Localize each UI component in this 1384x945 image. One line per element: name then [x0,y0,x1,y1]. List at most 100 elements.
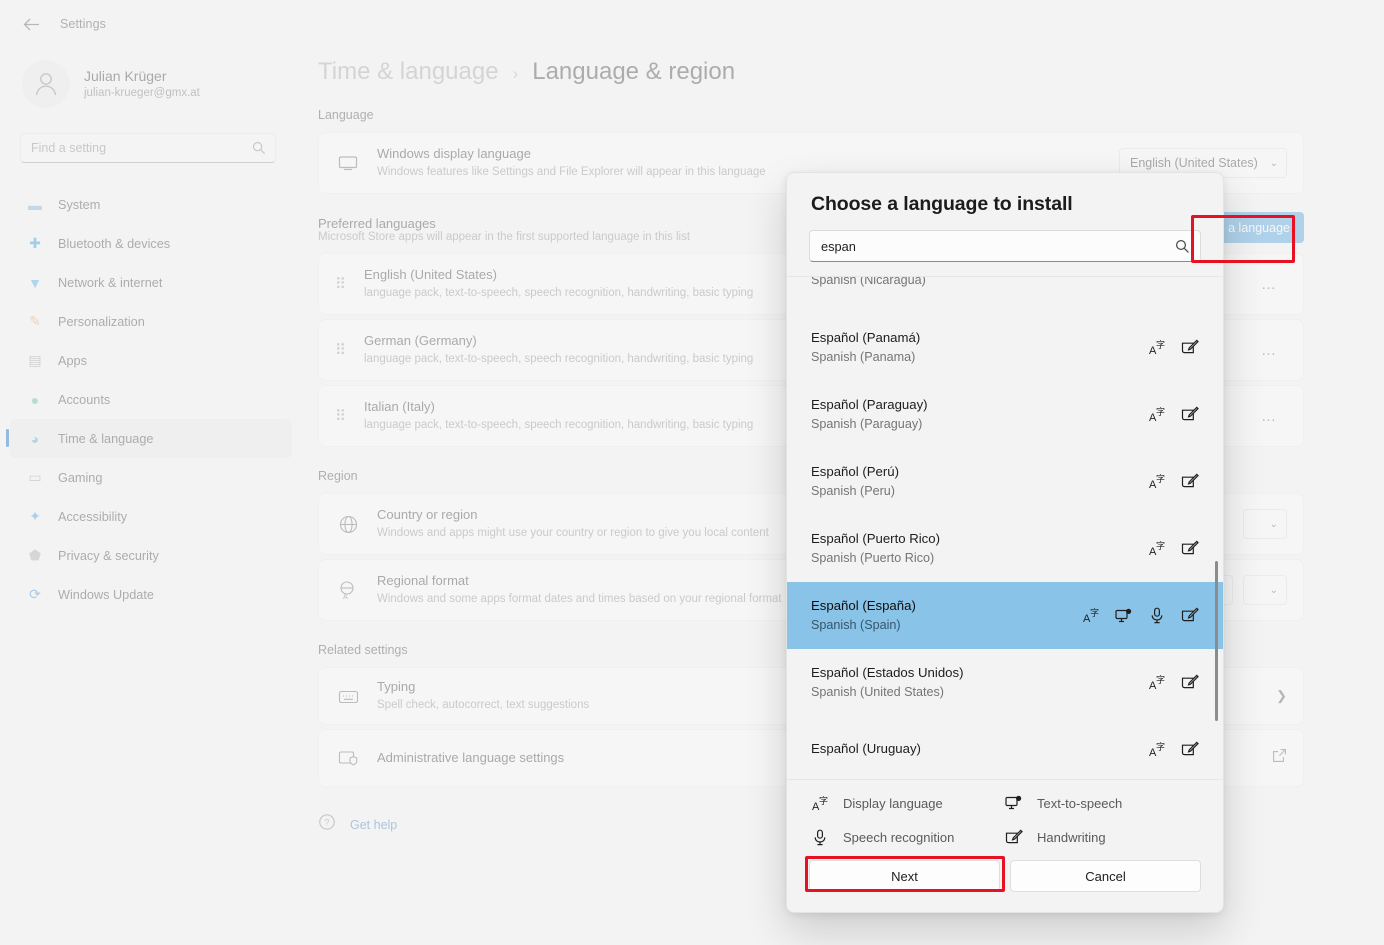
breadcrumb-current: Language & region [532,58,735,86]
text-to-speech-icon [1115,607,1133,625]
language-option-selected[interactable]: Español (España)Spanish (Spain)A字 [787,582,1223,649]
language-section-label: Language [318,108,1384,122]
clock-globe-icon: ◕ [26,430,44,448]
sidebar-item-label: Gaming [58,471,102,485]
legend-item: Handwriting [1005,828,1199,846]
language-option[interactable]: Español (Puerto Rico)Spanish (Puerto Ric… [787,515,1223,582]
dialog-search-wrap [787,216,1223,262]
sidebar-item-gaming[interactable]: ▭Gaming [10,458,292,497]
chevron-down-icon: ⌄ [1270,519,1278,530]
language-english-name: Spanish (Spain) [811,616,1082,636]
language-option[interactable]: Español (Uruguay)A字 [787,716,1223,779]
handwriting-icon [1181,473,1199,491]
person-avatar-icon [22,60,70,108]
search-icon [1175,239,1190,259]
svg-text:?: ? [324,818,329,828]
language-option[interactable]: Español (Panamá)Spanish (Panama)A字 [787,314,1223,381]
back-arrow-icon[interactable] [14,8,48,40]
sidebar-item-bluetooth-devices[interactable]: ✚ Bluetooth & devices [10,224,292,263]
accounts-icon: ● [26,391,44,409]
account-tile[interactable]: Julian Krüger julian-krueger@gmx.at [0,48,300,108]
language-search-input[interactable] [821,239,1161,254]
language-list[interactable]: Spanish (Nicaragua)Español (Panamá)Spani… [787,276,1223,779]
svg-text:字: 字 [1156,339,1165,350]
text-to-speech-icon [1005,794,1023,812]
preferred-languages-title: Preferred languages [318,216,690,231]
drag-handle-icon[interactable]: ⠿ [335,412,348,421]
breadcrumb-parent[interactable]: Time & language [318,58,499,86]
legend-label: Display language [843,796,943,811]
select-value: English (United States) [1130,156,1258,170]
handwriting-icon [1181,607,1199,625]
language-list-scrollbar[interactable] [1215,561,1218,721]
language-native-name: Español (Puerto Rico) [811,529,1148,549]
sidebar-item-label: Personalization [58,315,145,329]
language-english-name: Spanish (Peru) [811,482,1148,502]
preferred-languages-subtitle: Microsoft Store apps will appear in the … [318,231,690,243]
choose-language-dialog: Choose a language to install Spanish (Ni… [786,172,1224,913]
sidebar-item-accounts[interactable]: ●Accounts [10,380,292,419]
more-options-button[interactable]: … [1251,342,1287,359]
display-language-icon: A字 [1148,339,1166,357]
next-button[interactable]: Next [809,860,1000,892]
language-native-name: Español (Paraguay) [811,395,1148,415]
monitor-icon [335,155,361,171]
language-search-box[interactable] [809,230,1201,262]
language-option[interactable]: Español (Estados Unidos)Spanish (United … [787,649,1223,716]
sidebar-item-label: Apps [58,354,87,368]
language-option[interactable]: Spanish (Nicaragua) [787,276,1223,314]
legend-item: Speech recognition [811,828,1005,846]
svg-text:字: 字 [1156,406,1165,417]
more-options-button[interactable]: … [1251,276,1287,293]
dialog-title: Choose a language to install [787,173,1223,216]
globe-text-icon: A [335,581,361,600]
breadcrumb: Time & language › Language & region [300,48,1384,86]
drag-handle-icon[interactable]: ⠿ [335,346,348,355]
language-option[interactable]: Español (Perú)Spanish (Peru)A字 [787,448,1223,515]
dialog-actions: Next Cancel [787,858,1223,912]
sidebar-item-personalization[interactable]: ✎ Personalization [10,302,292,341]
display-language-icon: A字 [811,794,829,812]
language-english-name: Spanish (Paraguay) [811,415,1148,435]
sidebar-item-label: Bluetooth & devices [58,237,170,251]
language-native-name: Español (Perú) [811,462,1148,482]
sidebar-item-network-internet[interactable]: ▼ Network & internet [10,263,292,302]
svg-text:字: 字 [819,795,828,806]
cancel-button[interactable]: Cancel [1010,860,1201,892]
bluetooth-icon: ✚ [26,235,44,253]
accessibility-icon: ✦ [26,508,44,526]
language-option[interactable]: Español (Paraguay)Spanish (Paraguay)A字 [787,381,1223,448]
selection-indicator [6,429,9,447]
sidebar-item-windows-update[interactable]: ⟳Windows Update [10,575,292,614]
sidebar-item-accessibility[interactable]: ✦Accessibility [10,497,292,536]
get-help-label: Get help [350,818,397,832]
regional-format-select-b[interactable]: ⌄ [1243,575,1287,605]
display-language-icon: A字 [1148,406,1166,424]
sidebar-item-label: Network & internet [58,276,162,290]
display-language-icon: A字 [1148,674,1166,692]
breadcrumb-separator: › [513,64,519,84]
drag-handle-icon[interactable]: ⠿ [335,280,348,289]
legend-item: Text-to-speech [1005,794,1199,812]
sidebar-item-time-language[interactable]: ◕Time & language [10,419,292,458]
globe-icon [335,515,361,534]
microphone-icon [811,828,829,846]
legend-item: A字 Display language [811,794,1005,812]
language-native-name: Español (Uruguay) [811,739,1148,759]
sidebar-item-apps[interactable]: ▤Apps [10,341,292,380]
search-input[interactable]: Find a setting [20,133,276,163]
shield-icon: ⬟ [26,547,44,565]
more-options-button[interactable]: … [1251,408,1287,425]
search-icon [252,141,266,160]
paintbrush-icon: ✎ [26,313,44,331]
sidebar-item-privacy-security[interactable]: ⬟Privacy & security [10,536,292,575]
sidebar-item-system[interactable]: ▬System [10,185,292,224]
legend-label: Speech recognition [843,830,954,845]
language-english-name: Spanish (Panama) [811,348,1148,368]
wifi-icon: ▼ [26,274,44,292]
legend-label: Handwriting [1037,830,1106,845]
sidebar-nav: ▬System ✚ Bluetooth & devices ▼ Network & in… [0,185,300,614]
sidebar: Julian Krüger julian-krueger@gmx.at Find… [0,48,300,945]
country-select[interactable]: ⌄ [1243,509,1287,539]
chevron-right-icon: ❯ [1276,688,1287,704]
